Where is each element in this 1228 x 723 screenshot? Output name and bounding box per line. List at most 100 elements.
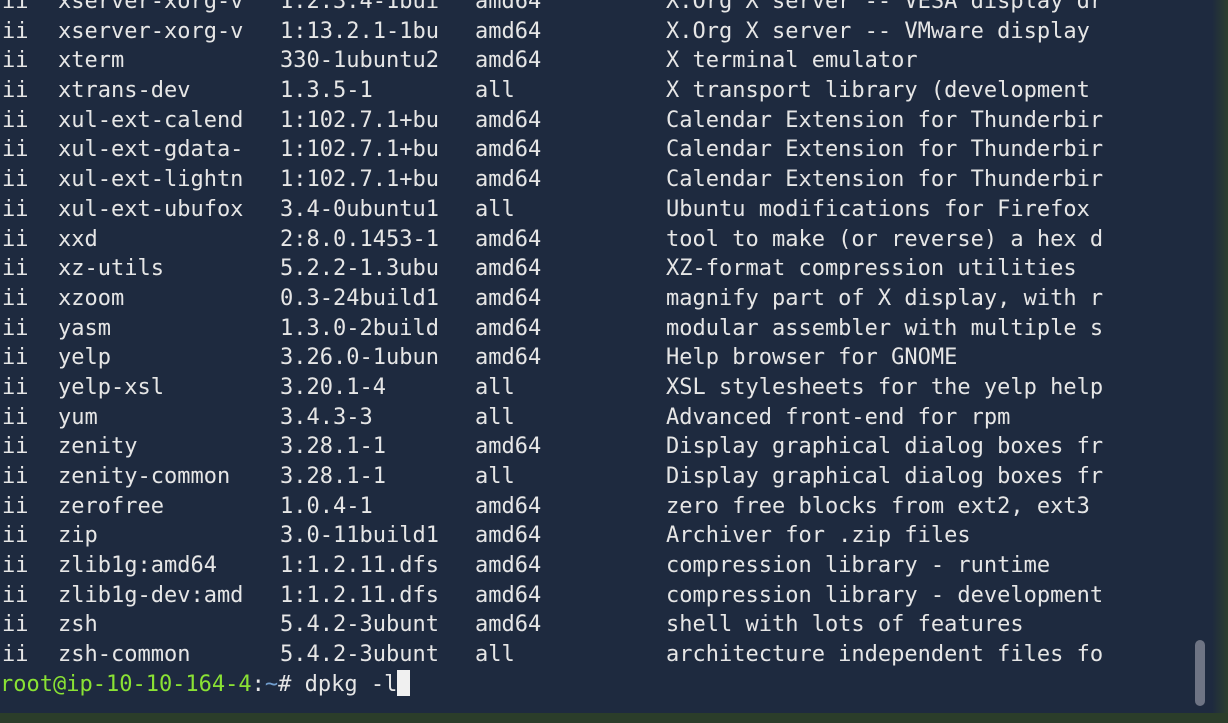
package-name: zerofree: [58, 493, 164, 519]
package-name: xzoom: [58, 285, 125, 311]
package-row: ii xz-utils 5.2.2-1.3ubu amd64 XZ-format com…: [0, 254, 1170, 284]
package-row: ii xul-ext-lightn 1:102.7.1+bu amd64 Calenda…: [0, 165, 1170, 195]
package-name: xserver-xorg-v: [58, 18, 244, 44]
package-arch: amd64: [475, 226, 542, 252]
package-description: Advanced front-end for rpm: [666, 404, 1011, 430]
package-row: ii xul-ext-ubufox 3.4-0ubuntu1 all Ubuntu mo…: [0, 195, 1170, 225]
package-version: 3.0-11build1: [280, 523, 439, 549]
package-description: XSL stylesheets for the yelp help: [666, 374, 1104, 400]
package-status: ii: [2, 612, 29, 638]
package-row: ii zsh 5.4.2-3ubunt amd64 shell with lots of…: [0, 610, 1170, 640]
package-status: ii: [2, 345, 29, 371]
package-status: ii: [2, 256, 29, 282]
package-version: 1.0.4-1: [280, 493, 373, 519]
package-name: yelp: [58, 345, 111, 371]
package-version: 1:2.3.4-1bui: [280, 0, 439, 14]
scrollbar-thumb[interactable]: [1195, 640, 1205, 706]
package-arch: amd64: [475, 0, 542, 14]
package-name: zenity: [58, 434, 138, 460]
package-description: Calendar Extension for Thunderbir: [666, 137, 1104, 163]
package-version: 330-1ubuntu2: [280, 48, 439, 74]
terminal-window[interactable]: ii xserver-xorg-v 1:2.3.4-1bui amd64 X.Org X…: [0, 0, 1190, 713]
package-name: xtrans-dev: [58, 78, 191, 104]
package-description: X terminal emulator: [666, 48, 918, 74]
package-row: ii yelp 3.26.0-1ubun amd64 Help browser for …: [0, 343, 1170, 373]
package-name: zlib1g-dev:amd: [58, 582, 244, 608]
package-arch: amd64: [475, 18, 542, 44]
package-name: xul-ext-ubufox: [58, 196, 244, 222]
package-version: 1.3.0-2build: [280, 315, 439, 341]
prompt-symbol: #: [278, 671, 305, 697]
package-status: ii: [2, 107, 29, 133]
package-description: X.Org X server -- VESA display dr: [666, 0, 1104, 14]
package-name: xul-ext-gdata-: [58, 137, 244, 163]
package-status: ii: [2, 642, 29, 668]
package-status: ii: [2, 285, 29, 311]
package-row: ii xterm 330-1ubuntu2 amd64 X terminal emula…: [0, 46, 1170, 76]
package-row: ii zsh-common 5.4.2-3ubunt all architecture …: [0, 640, 1170, 670]
package-version: 1:102.7.1+bu: [280, 167, 439, 193]
package-row: ii xxd 2:8.0.1453-1 amd64 tool to make (or r…: [0, 225, 1170, 255]
package-status: ii: [2, 137, 29, 163]
package-status: ii: [2, 553, 29, 579]
package-name: zip: [58, 523, 98, 549]
package-description: XZ-format compression utilities: [666, 256, 1077, 282]
package-description: X.Org X server -- VMware display: [666, 18, 1090, 44]
package-arch: amd64: [475, 315, 542, 341]
package-row: ii zip 3.0-11build1 amd64 Archiver for .zip …: [0, 521, 1170, 551]
package-version: 1:1.2.11.dfs: [280, 553, 439, 579]
package-row: ii zlib1g:amd64 1:1.2.11.dfs amd64 compressi…: [0, 551, 1170, 581]
command-input[interactable]: dpkg -l: [305, 672, 398, 697]
package-arch: amd64: [475, 434, 542, 460]
package-description: architecture independent files fo: [666, 642, 1104, 668]
package-row: ii xul-ext-calend 1:102.7.1+bu amd64 Calenda…: [0, 106, 1170, 136]
package-name: xz-utils: [58, 256, 164, 282]
package-version: 1:102.7.1+bu: [280, 107, 439, 133]
package-status: ii: [2, 167, 29, 193]
package-arch: all: [475, 374, 515, 400]
window-edge: [1212, 0, 1228, 713]
package-status: ii: [2, 434, 29, 460]
prompt-path: ~: [264, 671, 279, 697]
package-version: 5.4.2-3ubunt: [280, 612, 439, 638]
package-description: compression library - development: [666, 582, 1104, 608]
package-description: zero free blocks from ext2, ext3: [666, 493, 1090, 519]
package-description: Help browser for GNOME: [666, 345, 958, 371]
package-status: ii: [2, 226, 29, 252]
package-arch: amd64: [475, 553, 542, 579]
command-prompt[interactable]: root@ip-10-10-164-4:~# dpkg -l: [0, 670, 1170, 700]
package-status: ii: [2, 404, 29, 430]
package-arch: amd64: [475, 167, 542, 193]
package-description: Calendar Extension for Thunderbir: [666, 167, 1104, 193]
package-arch: all: [475, 196, 515, 222]
package-arch: amd64: [475, 137, 542, 163]
package-version: 3.20.1-4: [280, 374, 386, 400]
package-status: ii: [2, 18, 29, 44]
package-status: ii: [2, 48, 29, 74]
prompt-separator: :: [251, 671, 265, 697]
package-arch: amd64: [475, 345, 542, 371]
text-cursor: [397, 670, 411, 697]
package-description: compression library - runtime: [666, 553, 1051, 579]
package-status: ii: [2, 523, 29, 549]
package-row: ii xserver-xorg-v 1:13.2.1-1bu amd64 X.Org X…: [0, 17, 1170, 47]
package-arch: all: [475, 642, 515, 668]
package-status: ii: [2, 582, 29, 608]
package-version: 3.4.3-3: [280, 404, 373, 430]
package-version: 1:13.2.1-1bu: [280, 18, 439, 44]
package-version: 3.28.1-1: [280, 434, 386, 460]
package-row: ii zenity 3.28.1-1 amd64 Display graphical d…: [0, 432, 1170, 462]
package-row: ii xtrans-dev 1.3.5-1 all X transport librar…: [0, 76, 1170, 106]
package-description: tool to make (or reverse) a hex d: [666, 226, 1104, 252]
package-name: xserver-xorg-v: [58, 0, 244, 14]
package-version: 2:8.0.1453-1: [280, 226, 439, 252]
package-description: Ubuntu modifications for Firefox: [666, 196, 1090, 222]
package-description: Display graphical dialog boxes fr: [666, 434, 1104, 460]
package-description: Display graphical dialog boxes fr: [666, 464, 1104, 489]
package-name: yasm: [58, 315, 111, 341]
package-row: ii zlib1g-dev:amd 1:1.2.11.dfs amd64 compres…: [0, 581, 1170, 611]
package-description: X transport library (development: [666, 78, 1090, 104]
package-arch: amd64: [475, 582, 542, 608]
package-description: Calendar Extension for Thunderbir: [666, 107, 1104, 133]
package-name: xterm: [58, 48, 125, 74]
